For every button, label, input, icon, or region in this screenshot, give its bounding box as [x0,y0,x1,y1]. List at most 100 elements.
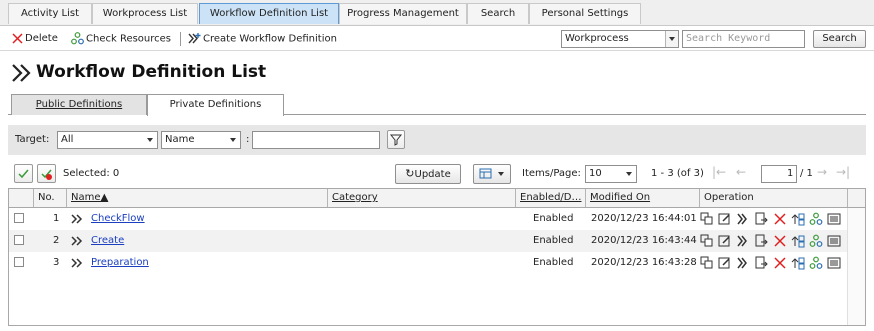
target-select[interactable]: All [57,131,158,149]
header-checkbox-column [9,189,34,207]
tab-personal-settings[interactable]: Personal Settings [529,3,641,24]
edit-icon[interactable] [718,256,732,270]
sort-by-name-link[interactable]: Name▲ [71,192,108,203]
row-enabled: Enabled [533,213,574,224]
column-settings-button[interactable] [473,164,511,184]
tab-activity-list[interactable]: Activity List [8,3,92,24]
upload-icon[interactable] [791,212,805,226]
header-enabled[interactable]: Enabled/D… [516,189,586,207]
public-definitions-link[interactable]: Public Definitions [36,99,122,110]
chevron-down-icon [623,166,636,182]
check-resources-label: Check Resources [86,33,172,45]
delete-icon[interactable] [773,212,787,226]
field-select[interactable]: Name [161,131,241,149]
header-name[interactable]: Name▲ [67,189,328,207]
tab-private-definitions[interactable]: Private Definitions [147,94,284,116]
tab-workflow-definition-list[interactable]: Workflow Definition List [199,3,339,24]
header-modified-on[interactable]: Modified On [586,189,700,207]
row-modified-on: 2020/12/23 16:43:44 [591,235,697,246]
resources-icon[interactable] [809,234,823,248]
page-total: / 1 [800,168,813,179]
workflow-icon[interactable] [736,256,750,270]
workflow-name-link[interactable]: Create [91,235,124,246]
filter-apply-button[interactable] [387,130,405,149]
search-button[interactable]: Search [813,30,866,48]
workflow-name-link[interactable]: Preparation [91,257,149,268]
page-number-input[interactable]: 1 [761,165,797,183]
workflow-icon[interactable] [736,234,750,248]
upload-icon[interactable] [791,234,805,248]
list-icon[interactable] [827,234,841,248]
header-operation: Operation [700,189,848,207]
list-icon[interactable] [827,256,841,270]
sort-by-enabled-link[interactable]: Enabled/D… [520,192,581,203]
create-workflow-icon [188,33,201,44]
row-name: Preparation [91,252,149,274]
field-value: Name [165,134,195,145]
select-all-button[interactable] [14,164,33,183]
copy-icon[interactable] [700,234,714,248]
next-page-button[interactable]: → [817,165,827,179]
export-icon[interactable] [755,234,769,248]
update-button[interactable]: ↻Update [395,164,461,184]
items-per-page-select[interactable]: 10 [585,165,637,183]
tab-public-definitions[interactable]: Public Definitions [11,94,147,115]
workflow-name-link[interactable]: CheckFlow [91,213,145,224]
delete-icon[interactable] [773,234,787,248]
resources-icon[interactable] [809,212,823,226]
search-scope-value: Workprocess [565,33,629,44]
create-workflow-button[interactable]: Create Workflow Definition [188,32,337,46]
row-enabled: Enabled [533,257,574,268]
search-keyword-input[interactable]: Search Keyword [682,30,805,48]
prev-page-button[interactable]: ← [736,165,746,179]
row-enabled: Enabled [533,235,574,246]
row-checkbox[interactable] [14,257,24,267]
row-checkbox[interactable] [14,213,24,223]
upload-icon[interactable] [791,256,805,270]
refresh-icon: ↻ [405,167,415,180]
chevron-down-icon [227,132,240,148]
chevron-down-icon [665,31,678,47]
uncheck-icon [41,169,52,180]
table-header: No. Name▲ Category Enabled/D… Modified O… [9,189,865,208]
row-operations [700,256,842,270]
row-checkbox[interactable] [14,235,24,245]
row-modified-on: 2020/12/23 16:44:01 [591,213,697,224]
tab-search[interactable]: Search [467,3,529,24]
filter-keyword-input[interactable] [252,131,380,149]
last-page-button[interactable]: →| [836,165,850,179]
deselect-all-button[interactable] [37,164,56,183]
list-icon[interactable] [827,212,841,226]
resources-icon[interactable] [809,256,823,270]
delete-button[interactable]: Delete [12,32,58,46]
edit-icon[interactable] [718,234,732,248]
workflow-icon[interactable] [736,212,750,226]
top-tab-bar: Activity List Workprocess List Workflow … [0,0,874,26]
copy-icon[interactable] [700,256,714,270]
selected-count: Selected: 0 [63,168,120,179]
tab-workprocess-list[interactable]: Workprocess List [92,3,198,24]
delete-icon[interactable] [773,256,787,270]
check-resources-button[interactable]: Check Resources [71,32,171,46]
edit-icon[interactable] [718,212,732,226]
row-operations [700,212,842,226]
table-scroll-area[interactable] [847,208,865,325]
row-modified-on: 2020/12/23 16:43:28 [591,257,697,268]
first-page-button[interactable]: |← [712,165,726,179]
items-per-page-label: Items/Page: [522,168,581,179]
workflow-chevron-icon [71,214,83,224]
search-keyword-placeholder: Search Keyword [686,33,771,44]
copy-icon[interactable] [700,212,714,226]
header-no: No. [34,189,67,207]
toolbar-separator [180,32,181,46]
header-category[interactable]: Category [328,189,516,207]
workflow-definition-table: No. Name▲ Category Enabled/D… Modified O… [8,188,866,326]
search-scope-select[interactable]: Workprocess [561,30,679,48]
delete-x-icon [12,32,23,44]
sort-by-category-link[interactable]: Category [332,192,378,203]
target-value: All [61,134,74,145]
sort-by-modified-link[interactable]: Modified On [590,192,650,203]
tab-progress-management[interactable]: Progress Management [339,3,467,24]
export-icon[interactable] [755,212,769,226]
export-icon[interactable] [755,256,769,270]
